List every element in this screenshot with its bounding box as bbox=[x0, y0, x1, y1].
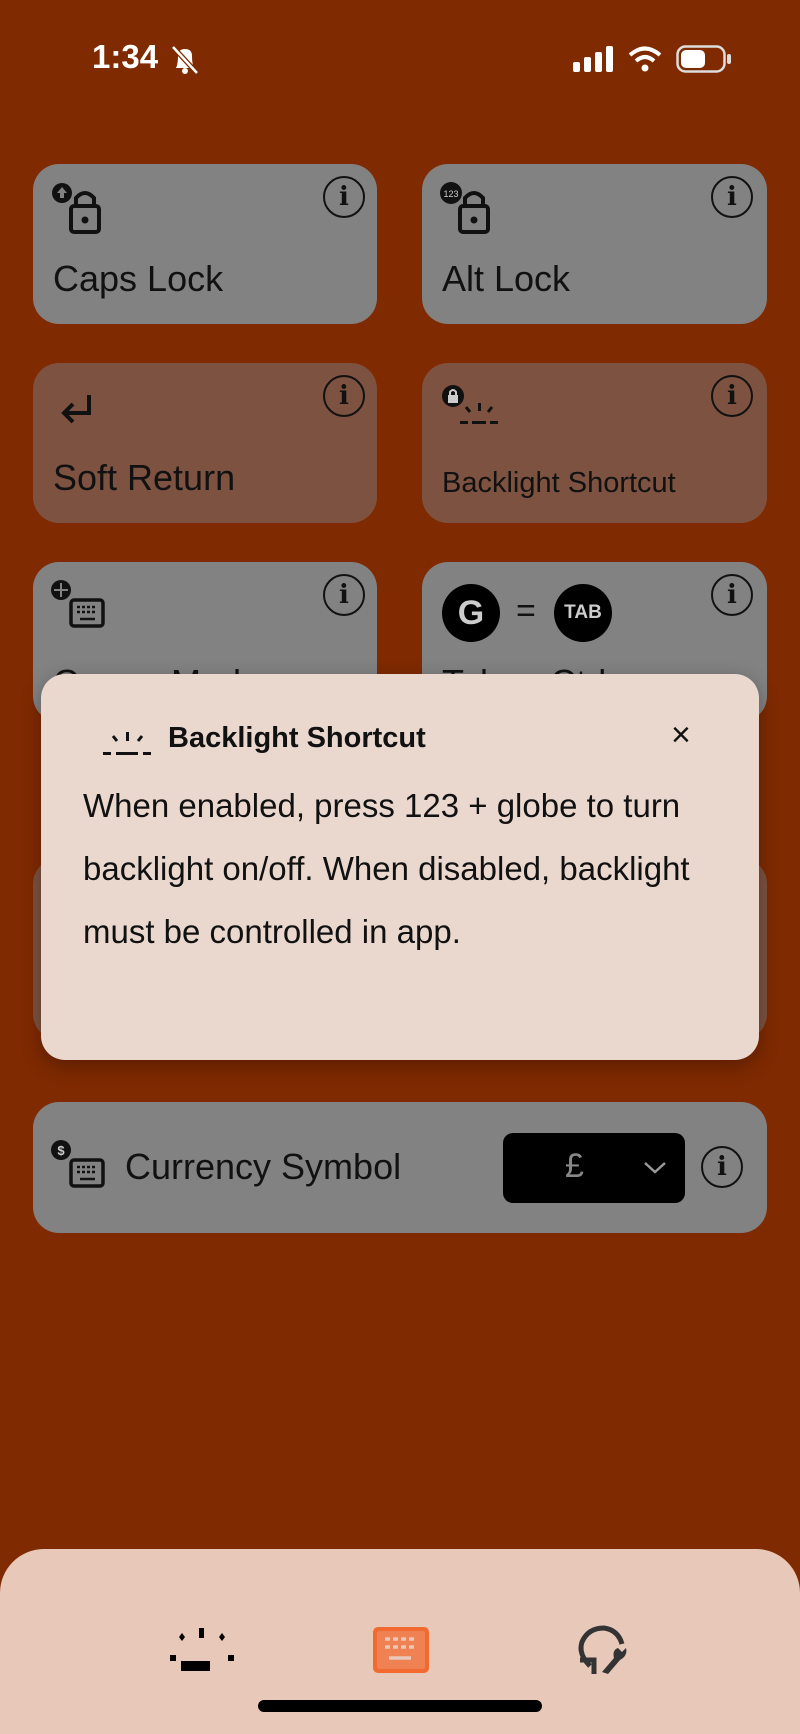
signal-icon bbox=[573, 46, 613, 72]
close-button[interactable]: × bbox=[671, 716, 691, 755]
status-time: 1:34 bbox=[92, 38, 159, 75]
info-icon[interactable]: i bbox=[323, 176, 365, 218]
info-icon[interactable]: i bbox=[323, 574, 365, 616]
cursor-keyboard-icon bbox=[51, 580, 105, 628]
backlight-lock-icon bbox=[442, 385, 498, 424]
currency-value: £ bbox=[565, 1147, 584, 1185]
currency-label: Currency Symbol bbox=[125, 1146, 402, 1187]
info-icon[interactable]: i bbox=[711, 375, 753, 417]
tile-label: Backlight Shortcut bbox=[442, 467, 676, 499]
popup-title: Backlight Shortcut bbox=[168, 722, 426, 754]
currency-keyboard-icon: $ bbox=[51, 1140, 105, 1188]
tile-backlight-shortcut[interactable]: Backlight Shortcut i bbox=[422, 363, 767, 523]
info-icon[interactable]: i bbox=[323, 375, 365, 417]
svg-text:123: 123 bbox=[443, 189, 458, 199]
popup-body: When enabled, press 123 + globe to turn … bbox=[83, 787, 690, 950]
tile-soft-return[interactable]: Soft Return i bbox=[33, 363, 377, 523]
tile-caps-lock[interactable]: Caps Lock i bbox=[33, 164, 377, 324]
tab-backlight-icon[interactable] bbox=[170, 1627, 234, 1673]
tab-update-wrench-icon[interactable] bbox=[576, 1624, 628, 1676]
wifi-icon bbox=[628, 46, 662, 72]
tile-alt-lock[interactable]: 123 Alt Lock i bbox=[422, 164, 767, 324]
info-popup: Backlight Shortcut × When enabled, press… bbox=[41, 674, 759, 1060]
alt-lock-icon: 123 bbox=[440, 182, 490, 234]
chevron-down-icon bbox=[644, 1162, 666, 1174]
tab-key: TAB bbox=[554, 584, 612, 642]
globe-key: G bbox=[442, 584, 500, 642]
currency-dropdown[interactable]: £ bbox=[503, 1133, 685, 1203]
return-icon bbox=[61, 395, 91, 424]
backlight-icon bbox=[103, 732, 151, 755]
home-indicator bbox=[258, 1700, 542, 1712]
equals-sign: = bbox=[516, 592, 536, 630]
tab-bar bbox=[0, 1549, 800, 1734]
tile-label: Alt Lock bbox=[442, 258, 571, 299]
bell-slash-icon bbox=[171, 45, 199, 75]
tile-label: Soft Return bbox=[53, 457, 236, 498]
tab-keyboard-icon[interactable] bbox=[373, 1627, 429, 1673]
info-icon[interactable]: i bbox=[701, 1146, 743, 1188]
battery-icon bbox=[676, 45, 731, 73]
tile-label: Caps Lock bbox=[53, 258, 224, 299]
caps-lock-icon bbox=[52, 183, 101, 234]
info-icon[interactable]: i bbox=[711, 574, 753, 616]
info-icon[interactable]: i bbox=[711, 176, 753, 218]
svg-text:$: $ bbox=[57, 1143, 65, 1158]
